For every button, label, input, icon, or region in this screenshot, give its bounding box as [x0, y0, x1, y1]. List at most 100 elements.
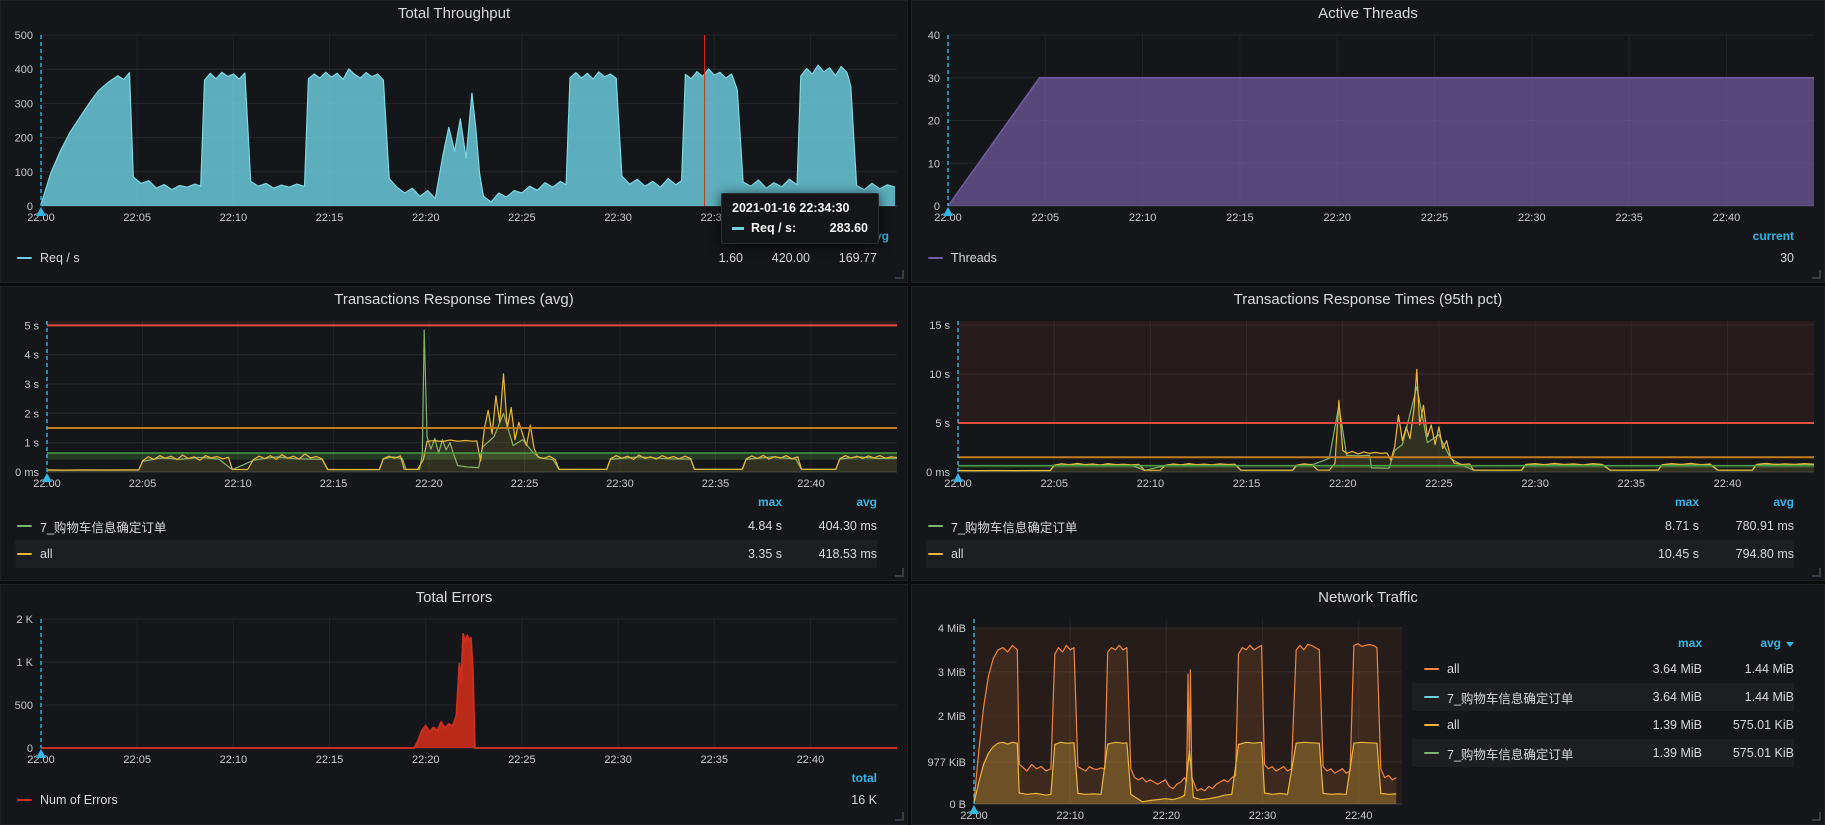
- legend-row-all-received[interactable]: all 3.64 MiB 1.44 MiB: [1412, 655, 1794, 683]
- panel-resize-handle[interactable]: [1812, 568, 1821, 577]
- svg-text:22:35: 22:35: [700, 754, 728, 766]
- svg-text:2 K: 2 K: [16, 614, 33, 626]
- legend-value-avg: 1.44 MiB: [1702, 690, 1794, 704]
- svg-text:5 s: 5 s: [24, 320, 39, 332]
- response-avg-chart[interactable]: 0 ms1 s2 s3 s4 s5 s22:0022:0522:1022:152…: [1, 313, 907, 492]
- legend-row-cart-transaction[interactable]: 7_购物车信息确定订单 8.71 s 780.91 ms: [926, 512, 1794, 540]
- svg-text:22:10: 22:10: [1137, 478, 1165, 490]
- tooltip-series-row: Req / s: 283.60: [732, 221, 868, 235]
- legend-header-avg[interactable]: avg: [1699, 495, 1794, 509]
- svg-text:22:05: 22:05: [123, 212, 151, 224]
- svg-text:22:05: 22:05: [129, 478, 157, 490]
- svg-text:22:30: 22:30: [1249, 810, 1277, 822]
- panel-title[interactable]: Active Threads: [912, 1, 1824, 27]
- legend-header-row: total: [15, 768, 877, 788]
- svg-text:30: 30: [928, 73, 940, 85]
- legend-header-current[interactable]: current: [1714, 229, 1794, 243]
- legend-header-max[interactable]: max: [687, 495, 782, 509]
- panel-resize-handle[interactable]: [895, 568, 904, 577]
- panel-resize-handle[interactable]: [895, 270, 904, 279]
- svg-text:22:10: 22:10: [220, 754, 248, 766]
- sort-caret-icon: [1786, 642, 1794, 651]
- svg-text:22:15: 22:15: [316, 754, 344, 766]
- panel-active-threads: Active Threads 01020304022:0022:0522:102…: [911, 0, 1825, 283]
- series-color-dash: [17, 257, 32, 259]
- panel-resize-handle[interactable]: [1812, 812, 1821, 821]
- legend-value-avg: 418.53 ms: [782, 547, 877, 561]
- panel-title[interactable]: Transactions Response Times (avg): [1, 287, 907, 313]
- svg-text:22:30: 22:30: [1518, 212, 1546, 224]
- svg-text:22:20: 22:20: [415, 478, 443, 490]
- svg-text:22:25: 22:25: [508, 754, 536, 766]
- svg-text:200: 200: [15, 133, 33, 145]
- legend-header-avg[interactable]: avg: [782, 495, 877, 509]
- series-color-dash: [17, 553, 32, 555]
- svg-text:15 s: 15 s: [929, 320, 950, 332]
- svg-text:3 MiB: 3 MiB: [938, 667, 966, 679]
- legend-value-avg: 575.01 KiB: [1702, 718, 1794, 732]
- svg-text:22:10: 22:10: [220, 212, 248, 224]
- svg-text:20: 20: [928, 116, 940, 128]
- network-chart[interactable]: 0 B977 KiB2 MiB3 MiB4 MiB22:0022:1022:20…: [912, 611, 1412, 824]
- svg-text:22:25: 22:25: [1421, 212, 1449, 224]
- legend-header-total[interactable]: total: [797, 771, 877, 785]
- legend-header-max[interactable]: max: [1604, 495, 1699, 509]
- legend-value-max: 3.64 MiB: [1610, 690, 1702, 704]
- svg-text:22:15: 22:15: [320, 478, 348, 490]
- series-name: Num of Errors: [40, 793, 118, 807]
- legend-row-all-sent[interactable]: all 1.39 MiB 575.01 KiB: [1412, 711, 1794, 739]
- legend-value-max: 1.39 MiB: [1610, 746, 1702, 760]
- svg-text:22:15: 22:15: [1226, 212, 1254, 224]
- svg-text:22:20: 22:20: [412, 212, 440, 224]
- series-color-dash: [1424, 724, 1439, 726]
- svg-text:22:25: 22:25: [508, 212, 536, 224]
- legend-row-all[interactable]: all 10.45 s 794.80 ms: [926, 540, 1794, 568]
- legend-row-all[interactable]: all 3.35 s 418.53 ms: [15, 540, 877, 568]
- panel-resize-handle[interactable]: [1812, 270, 1821, 279]
- threads-chart[interactable]: 01020304022:0022:0522:1022:1522:2022:252…: [912, 27, 1824, 226]
- svg-text:400: 400: [15, 64, 33, 76]
- legend-value-avg: 780.91 ms: [1699, 519, 1794, 533]
- panel-title[interactable]: Network Traffic: [912, 585, 1824, 611]
- legend-row-reqs[interactable]: Req / s 1.60 420.00 169.77: [15, 246, 877, 270]
- legend-row-cart-transaction[interactable]: 7_购物车信息确定订单 4.84 s 404.30 ms: [15, 512, 877, 540]
- panel-title[interactable]: Total Errors: [1, 585, 907, 611]
- svg-text:22:20: 22:20: [1323, 212, 1351, 224]
- legend-row-cart-sent[interactable]: 7_购物车信息确定订单 1.39 MiB 575.01 KiB: [1412, 739, 1794, 767]
- series-color-dash: [928, 257, 943, 259]
- legend-header-row: max avg: [15, 492, 877, 512]
- legend-value-avg: 169.77: [810, 251, 877, 265]
- svg-text:22:05: 22:05: [123, 754, 151, 766]
- svg-text:2 MiB: 2 MiB: [938, 711, 966, 723]
- legend-header-max[interactable]: max: [1610, 636, 1702, 650]
- series-name: Threads: [951, 251, 997, 265]
- legend-value-max: 3.64 MiB: [1610, 662, 1702, 676]
- svg-text:40: 40: [928, 30, 940, 42]
- svg-text:4 MiB: 4 MiB: [938, 623, 966, 635]
- panel-title[interactable]: Transactions Response Times (95th pct): [912, 287, 1824, 313]
- series-name: all: [40, 547, 53, 561]
- errors-chart[interactable]: 05001 K2 K22:0022:0522:1022:1522:2022:25…: [1, 611, 907, 768]
- series-color-dash: [928, 553, 943, 555]
- legend-header-avg[interactable]: avg: [1702, 636, 1794, 650]
- panel-resize-handle[interactable]: [895, 812, 904, 821]
- panel-title[interactable]: Total Throughput: [1, 1, 907, 27]
- series-name: 7_购物车信息确定订单: [1447, 688, 1573, 707]
- panel-response-times-avg: Transactions Response Times (avg) 0 ms1 …: [0, 286, 908, 581]
- legend-row-threads[interactable]: Threads 30: [926, 246, 1794, 270]
- svg-text:2 s: 2 s: [24, 408, 39, 420]
- series-name: all: [1447, 718, 1460, 732]
- legend-value-avg: 794.80 ms: [1699, 547, 1794, 561]
- svg-text:300: 300: [15, 98, 33, 110]
- legend-value-max: 3.35 s: [687, 547, 782, 561]
- series-name: 7_购物车信息确定订单: [40, 517, 166, 536]
- svg-text:22:25: 22:25: [511, 478, 539, 490]
- svg-text:22:05: 22:05: [1040, 478, 1068, 490]
- series-color-dash: [1424, 668, 1439, 670]
- legend-row-cart-received[interactable]: 7_购物车信息确定订单 3.64 MiB 1.44 MiB: [1412, 683, 1794, 711]
- svg-text:22:40: 22:40: [797, 754, 825, 766]
- legend-row-errors[interactable]: Num of Errors 16 K: [15, 788, 877, 812]
- response-95th-chart[interactable]: 0 ms5 s10 s15 s22:0022:0522:1022:1522:20…: [912, 313, 1824, 492]
- svg-text:22:10: 22:10: [1056, 810, 1084, 822]
- series-name: all: [1447, 662, 1460, 676]
